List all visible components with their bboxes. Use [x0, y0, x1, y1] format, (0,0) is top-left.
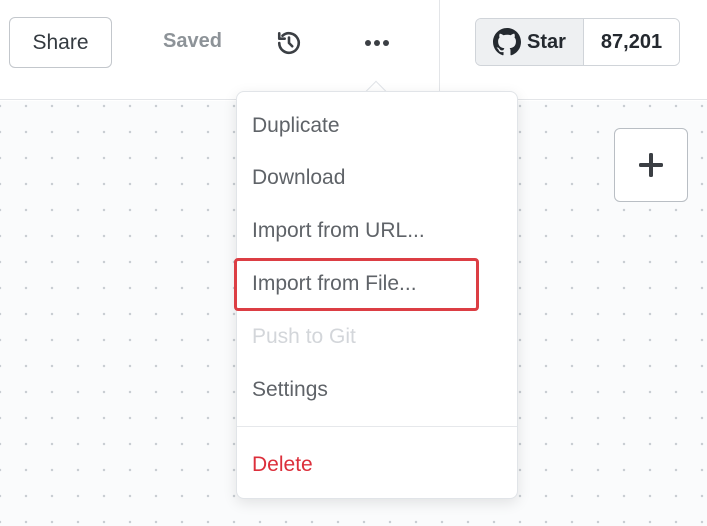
menu-item-download[interactable]: Download [237, 153, 517, 203]
menu-item-label: Import from File... [252, 272, 417, 295]
save-status-label: Saved [163, 30, 222, 52]
star-count-value: 87,201 [600, 30, 663, 53]
menu-item-label: Import from URL... [252, 219, 425, 242]
menu-item-duplicate[interactable]: Duplicate [237, 101, 517, 151]
menu-item-label: Duplicate [252, 114, 340, 137]
toolbar-divider [439, 0, 440, 100]
menu-item-label: Delete [252, 453, 313, 476]
menu-item-import-from-url[interactable]: Import from URL... [237, 206, 517, 256]
github-icon [493, 28, 521, 56]
github-star-count[interactable]: 87,201 [584, 19, 679, 65]
share-button-label: Share [32, 30, 89, 54]
github-star-widget: Star 87,201 [475, 18, 680, 66]
history-button[interactable] [272, 26, 306, 60]
share-button[interactable]: Share [9, 17, 112, 68]
menu-item-label: Push to Git [252, 325, 356, 348]
more-options-menu: Duplicate Download Import from URL... Im… [236, 91, 518, 499]
menu-item-import-from-file[interactable]: Import from File... [237, 259, 517, 309]
top-toolbar: Share Saved Star 87,201 [0, 0, 707, 100]
menu-item-label: Download [252, 166, 346, 189]
menu-item-delete[interactable]: Delete [237, 440, 517, 490]
add-node-button[interactable] [614, 128, 688, 202]
menu-divider [237, 426, 517, 427]
more-options-button[interactable] [360, 26, 394, 60]
plus-icon [639, 153, 663, 177]
more-horizontal-icon [365, 40, 389, 46]
menu-item-push-to-git: Push to Git [237, 312, 517, 362]
github-star-label: Star [527, 30, 566, 53]
github-star-button[interactable]: Star [476, 19, 584, 65]
menu-item-label: Settings [252, 378, 328, 401]
history-icon [277, 31, 301, 55]
menu-item-settings[interactable]: Settings [237, 365, 517, 415]
